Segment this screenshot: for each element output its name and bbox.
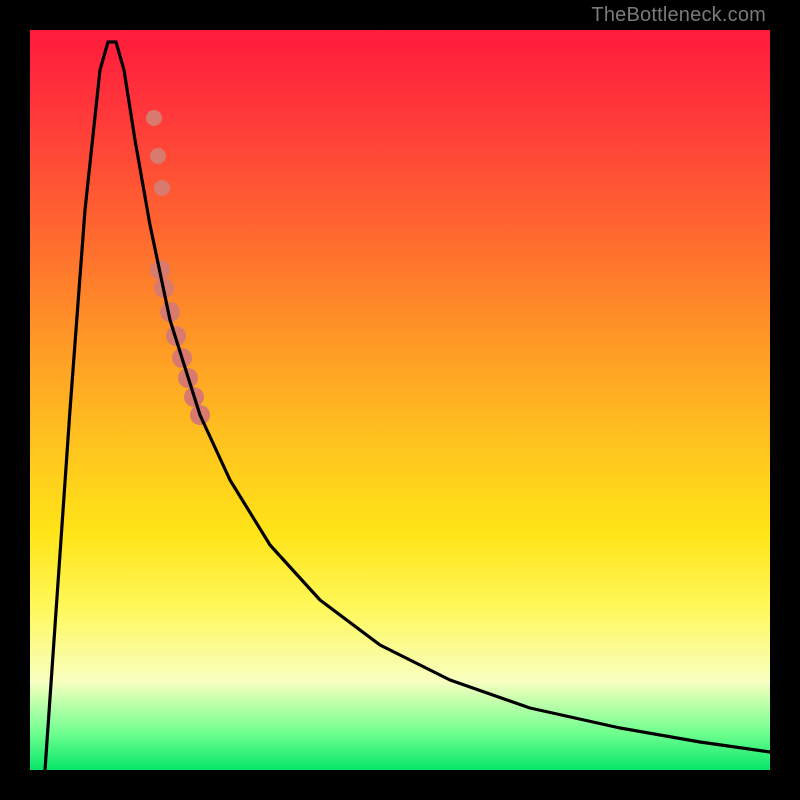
highlight-group	[146, 110, 210, 425]
chart-frame: TheBottleneck.com	[0, 0, 800, 800]
highlight-dot	[146, 110, 162, 126]
chart-svg	[30, 30, 770, 770]
watermark-text: TheBottleneck.com	[591, 4, 766, 27]
plot-area	[30, 30, 770, 770]
highlight-dot	[150, 148, 166, 164]
highlight-dot	[154, 180, 170, 196]
